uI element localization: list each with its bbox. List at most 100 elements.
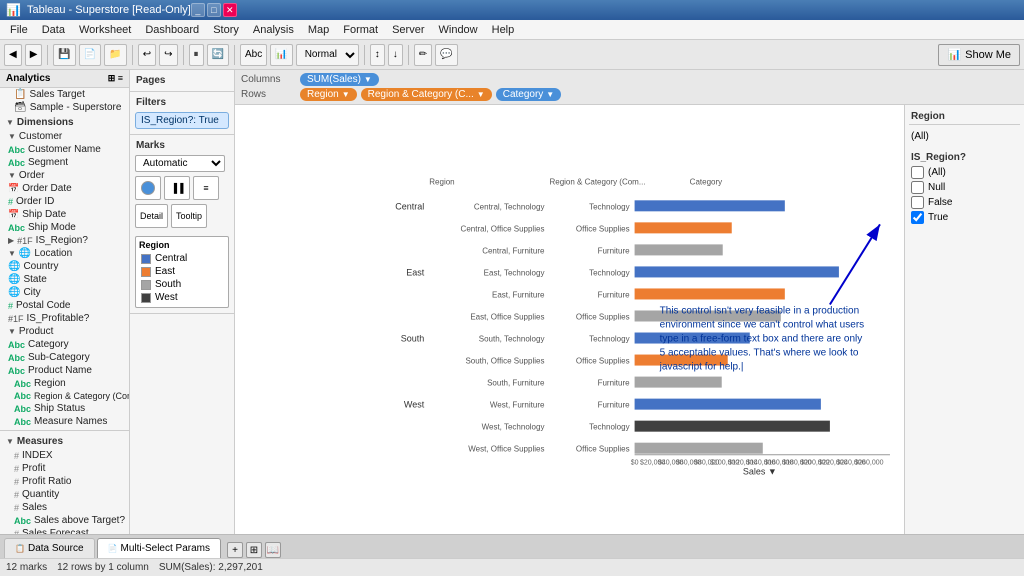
- back-btn[interactable]: ◀: [4, 44, 22, 66]
- chart-type-btn[interactable]: 📊: [270, 44, 292, 66]
- checkbox-all-input[interactable]: [911, 166, 924, 179]
- label-btn[interactable]: ≡: [193, 176, 219, 200]
- sidebar-index[interactable]: # INDEX: [0, 449, 129, 462]
- col-header-region-cat: Region & Category (Com...: [549, 177, 645, 186]
- normal-select[interactable]: Normal: [296, 44, 359, 66]
- sidebar-country[interactable]: 🌐 Country: [0, 260, 129, 273]
- show-me-btn[interactable]: 📊 Show Me: [938, 44, 1020, 66]
- bar-11[interactable]: [635, 443, 763, 454]
- region-central-label: Central: [155, 253, 187, 264]
- sidebar-sales-above-target[interactable]: Abc Sales above Target?: [0, 514, 129, 527]
- open-btn[interactable]: 📁: [104, 44, 126, 66]
- checkbox-false-input[interactable]: [911, 196, 924, 209]
- sidebar-order-date[interactable]: 📅 Order Date: [0, 182, 129, 195]
- sidebar-ship-status[interactable]: Abc Ship Status: [0, 402, 129, 415]
- sidebar-state[interactable]: 🌐 State: [0, 273, 129, 286]
- sidebar-sales-forecast[interactable]: # Sales Forecast: [0, 527, 129, 534]
- sidebar-measure-names[interactable]: Abc Measure Names: [0, 415, 129, 428]
- menu-window[interactable]: Window: [433, 22, 484, 38]
- sidebar-quantity[interactable]: # Quantity: [0, 488, 129, 501]
- sidebar-sales[interactable]: # Sales: [0, 501, 129, 514]
- menu-data[interactable]: Data: [36, 22, 71, 38]
- sort-desc-btn[interactable]: ↓: [388, 44, 403, 66]
- region-category-pill[interactable]: Region & Category (C... ▼: [361, 88, 492, 101]
- minimize-btn[interactable]: _: [191, 3, 205, 17]
- tooltip-btn[interactable]: 💬: [435, 44, 457, 66]
- sort-asc-btn[interactable]: ↕: [370, 44, 385, 66]
- tooltip-btn-mark[interactable]: Tooltip: [171, 204, 207, 228]
- marks-type-dropdown[interactable]: Automatic: [135, 155, 225, 172]
- tab-data-source[interactable]: 📋 Data Source: [4, 538, 95, 558]
- menu-dashboard[interactable]: Dashboard: [139, 22, 205, 38]
- sidebar-product-name[interactable]: Abc Product Name: [0, 364, 129, 377]
- pause-btn[interactable]: ⏸: [189, 44, 204, 66]
- sidebar-segment[interactable]: Abc Segment: [0, 156, 129, 169]
- category-pill[interactable]: Category ▼: [496, 88, 562, 101]
- sidebar-postal-code[interactable]: # Postal Code: [0, 299, 129, 312]
- label-east: East: [406, 267, 425, 277]
- sub-label-5: East, Office Supplies: [470, 313, 544, 322]
- new-dashboard-btn[interactable]: ⊞: [246, 542, 262, 558]
- bar-4[interactable]: [635, 288, 785, 299]
- sidebar-region-dim[interactable]: Abc Region: [0, 377, 129, 390]
- maximize-btn[interactable]: □: [207, 3, 221, 17]
- menu-map[interactable]: Map: [302, 22, 335, 38]
- undo-btn[interactable]: ↩: [138, 44, 156, 66]
- sidebar-region-category[interactable]: Abc Region & Category (Com...: [0, 390, 129, 402]
- menu-story[interactable]: Story: [207, 22, 245, 38]
- save-btn[interactable]: 💾: [53, 44, 75, 66]
- region-pill[interactable]: Region ▼: [300, 88, 357, 101]
- sidebar-order-group[interactable]: ▼ Order: [0, 169, 129, 182]
- refresh-btn[interactable]: 🔄: [207, 44, 229, 66]
- text-btn[interactable]: Abc: [240, 44, 267, 66]
- sidebar-is-region[interactable]: ▶ #1F IS_Region?: [0, 234, 129, 247]
- region-west-item[interactable]: West: [139, 291, 225, 304]
- tab-bar: 📋 Data Source 📄 Multi-Select Params + ⊞ …: [0, 534, 1024, 558]
- menu-analysis[interactable]: Analysis: [247, 22, 300, 38]
- menu-help[interactable]: Help: [486, 22, 521, 38]
- menu-server[interactable]: Server: [386, 22, 430, 38]
- sum-sales-pill[interactable]: SUM(Sales) ▼: [300, 73, 379, 86]
- detail-btn[interactable]: Detail: [135, 204, 168, 228]
- status-sum: SUM(Sales): 2,297,201: [159, 562, 263, 573]
- checkbox-null-input[interactable]: [911, 181, 924, 194]
- forward-btn[interactable]: ▶: [25, 44, 43, 66]
- close-btn[interactable]: ✕: [223, 3, 237, 17]
- sidebar-is-profitable[interactable]: #1F IS_Profitable?: [0, 312, 129, 325]
- new-sheet-btn[interactable]: +: [227, 542, 243, 558]
- bar-2[interactable]: [635, 244, 723, 255]
- menu-worksheet[interactable]: Worksheet: [73, 22, 137, 38]
- new-story-btn[interactable]: 📖: [265, 542, 281, 558]
- redo-btn[interactable]: ↪: [159, 44, 177, 66]
- menu-format[interactable]: Format: [337, 22, 384, 38]
- checkbox-true-input[interactable]: [911, 211, 924, 224]
- pen-btn[interactable]: ✏: [414, 44, 432, 66]
- sidebar-location-group[interactable]: ▼ 🌐 Location: [0, 247, 129, 260]
- sidebar-order-id[interactable]: # Order ID: [0, 195, 129, 208]
- region-central-item[interactable]: Central: [139, 252, 225, 265]
- new-btn[interactable]: 📄: [79, 44, 101, 66]
- region-east-item[interactable]: East: [139, 265, 225, 278]
- bar-1[interactable]: [635, 222, 732, 233]
- bar-0[interactable]: [635, 200, 785, 211]
- region-south-item[interactable]: South: [139, 278, 225, 291]
- sidebar-sales-target[interactable]: 📋 Sales Target: [0, 88, 129, 101]
- filter-chip-is-region[interactable]: IS_Region?: True: [135, 112, 229, 129]
- tab-multi-select-params[interactable]: 📄 Multi-Select Params: [97, 538, 221, 558]
- sidebar-customer-name[interactable]: Abc Customer Name: [0, 143, 129, 156]
- sidebar-profit-ratio[interactable]: # Profit Ratio: [0, 475, 129, 488]
- menu-file[interactable]: File: [4, 22, 34, 38]
- sidebar-product-group[interactable]: ▼ Product: [0, 325, 129, 338]
- sidebar-profit[interactable]: # Profit: [0, 462, 129, 475]
- sidebar-ship-mode[interactable]: Abc Ship Mode: [0, 221, 129, 234]
- sidebar-ship-date[interactable]: 📅 Ship Date: [0, 208, 129, 221]
- sidebar-category[interactable]: Abc Category: [0, 338, 129, 351]
- bar-3[interactable]: [635, 266, 839, 277]
- sidebar-sub-category[interactable]: Abc Sub-Category: [0, 351, 129, 364]
- sidebar-city[interactable]: 🌐 City: [0, 286, 129, 299]
- color-btn[interactable]: [135, 176, 161, 200]
- size-btn[interactable]: ▐▐: [164, 176, 190, 200]
- sidebar-customer-group[interactable]: ▼ Customer: [0, 130, 129, 143]
- sub-label-9: West, Furniture: [490, 401, 545, 410]
- sidebar-sample-superstore[interactable]: 🗃 Sample - Superstore: [0, 101, 129, 114]
